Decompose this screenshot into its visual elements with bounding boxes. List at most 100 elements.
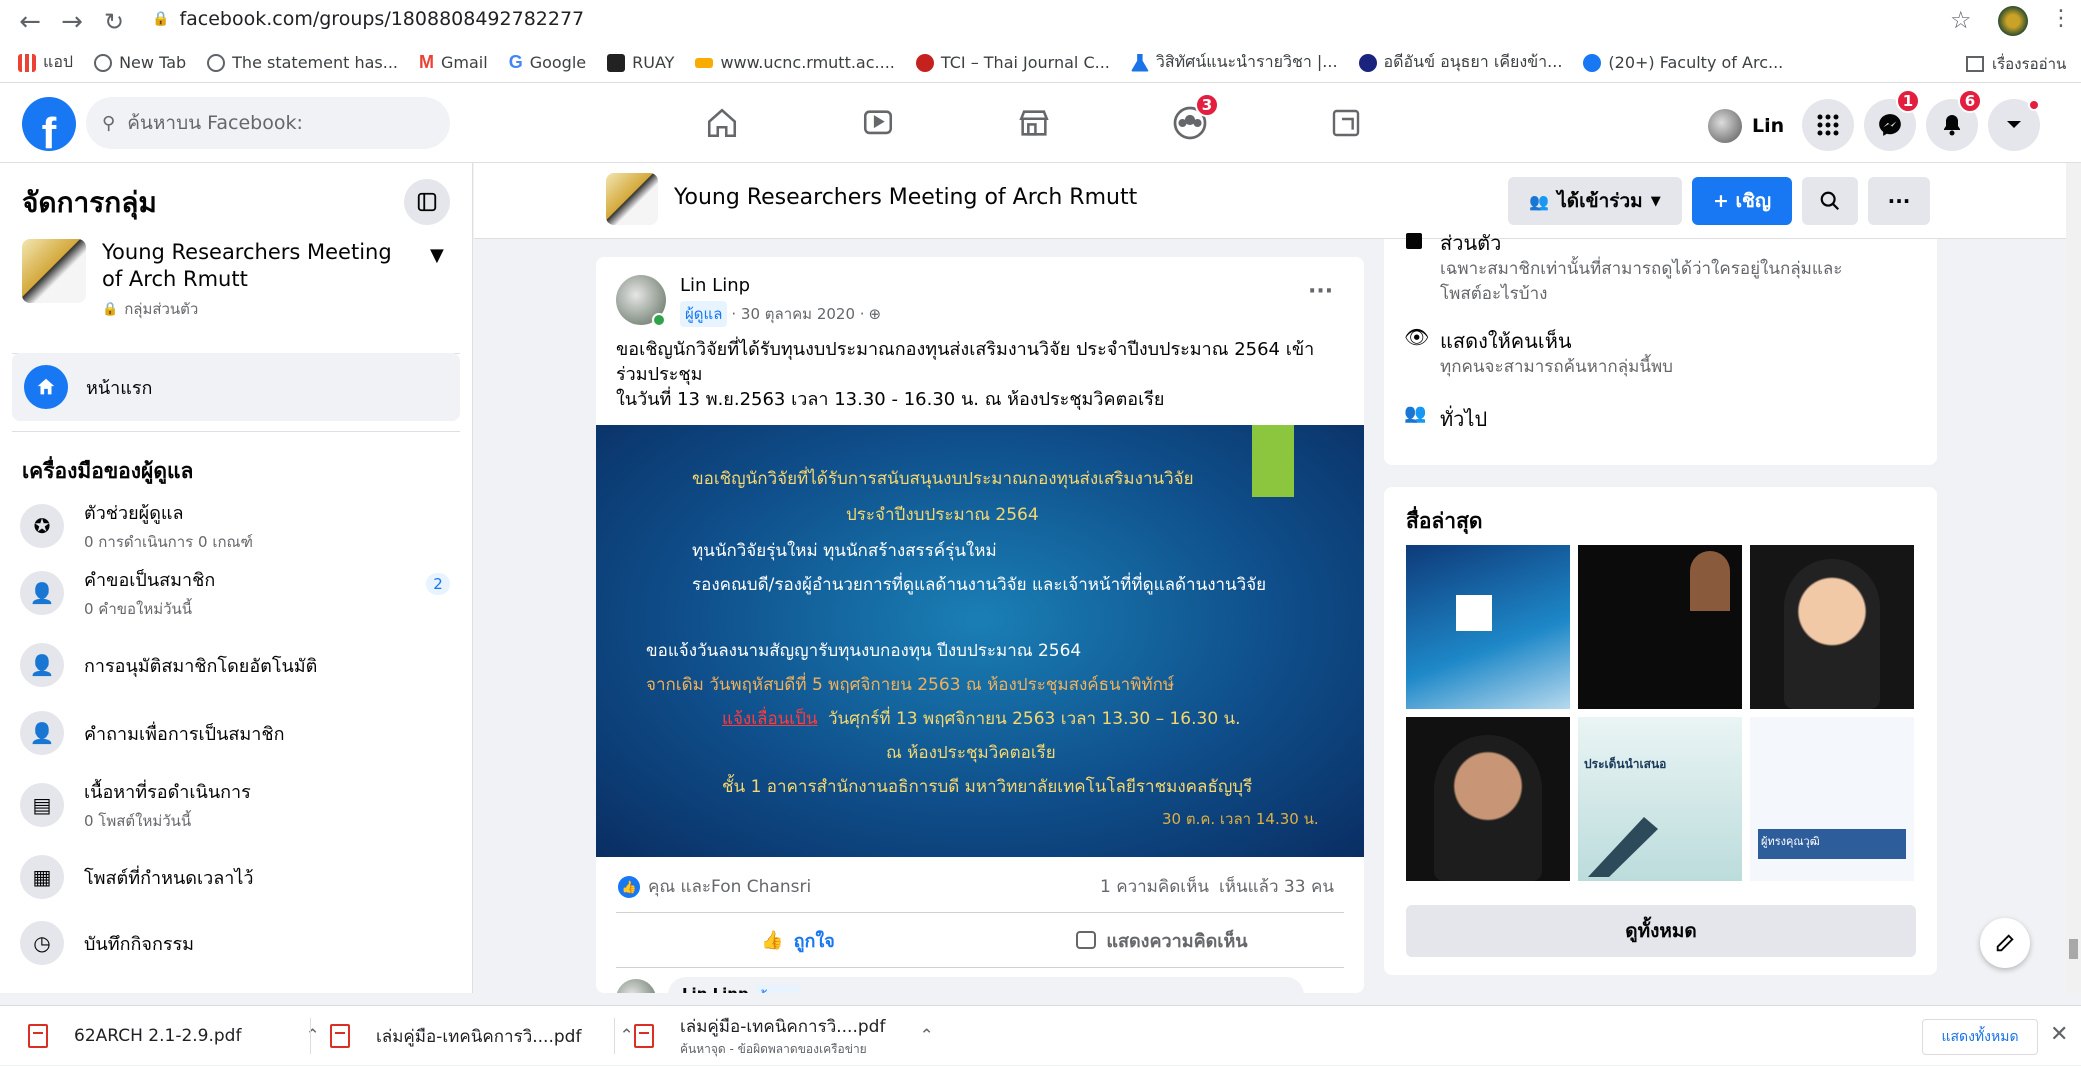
tci-icon: [915, 53, 934, 72]
download-item[interactable]: 62ARCH 2.1-2.9.pdf ⌃: [28, 1006, 320, 1066]
visibility-description: ทุกคนจะสามารถค้นหากลุ่มนี้พบ: [1440, 357, 1673, 377]
bookmark-item[interactable]: แอป: [18, 50, 73, 75]
tool-activity-log[interactable]: ◷ บันทึกกิจกรรม: [20, 921, 194, 965]
arrow-graphic: [1588, 817, 1658, 877]
profile-avatar[interactable]: [1998, 6, 2028, 36]
download-item[interactable]: เล่มคู่มือ-เทคนิคการวิ....pdf ค้นหาจุด -…: [634, 1006, 934, 1066]
privacy-description: เฉพาะสมาชิกเท่านั้นที่สามารถดูได้ว่าใครอ…: [1440, 259, 1843, 304]
reading-list[interactable]: เรื่องรออ่าน: [1966, 52, 2066, 76]
media-thumbnail[interactable]: [1750, 545, 1914, 709]
menu-grid-icon[interactable]: [1802, 99, 1854, 151]
chevron-up-icon[interactable]: ⌃: [305, 1026, 319, 1046]
post-author[interactable]: Lin Linp: [680, 275, 750, 296]
bookmark-item[interactable]: อดีอันข์ อนุธยา เคียงข้า...: [1358, 50, 1562, 75]
bookmark-item[interactable]: TCI – Thai Journal C...: [915, 53, 1110, 72]
messenger-badge: 1: [1896, 89, 1920, 113]
ruay-icon: [607, 53, 626, 72]
post-image[interactable]: ขอเชิญนักวิจัยที่ได้รับการสนับสนุนงบประม…: [596, 425, 1364, 857]
bookmark-item[interactable]: M Gmail: [419, 52, 488, 73]
facebook-logo[interactable]: f: [22, 97, 76, 151]
lock-icon: 🔒: [152, 11, 170, 27]
tool-admin-assist[interactable]: ✪ ตัวช่วยผู้ดูแล 0 การดำเนินการ 0 เกณฑ์: [20, 498, 253, 554]
gaming-icon[interactable]: [1326, 103, 1366, 143]
bookmark-star-icon[interactable]: ☆: [1950, 6, 1972, 34]
profile-shortcut[interactable]: Lin: [1704, 105, 1794, 147]
bookmark-item[interactable]: วิสิทัศน์แนะนำรายวิชา |...: [1130, 50, 1338, 75]
divider: [310, 1018, 311, 1054]
see-all-media-button[interactable]: ดูทั้งหมด: [1406, 905, 1916, 957]
reload-icon[interactable]: ↻: [94, 2, 134, 42]
chrome-menu-icon[interactable]: ⋮: [2050, 6, 2072, 31]
comment-avatar[interactable]: [616, 979, 656, 993]
group-name[interactable]: Young Researchers Meeting of Arch Rmutt: [102, 239, 412, 293]
gmail-icon: M: [419, 52, 434, 72]
download-item[interactable]: เล่มคู่มือ-เทคนิคการวิ....pdf ⌃: [330, 1006, 634, 1066]
media-thumbnail[interactable]: [1578, 545, 1742, 709]
like-button[interactable]: 👍 ถูกใจ: [616, 917, 980, 963]
tool-auto-approve[interactable]: 👤 การอนุมัติสมาชิกโดยอัตโนมัติ: [20, 643, 317, 687]
tool-scheduled-posts[interactable]: ▦ โพสต์ที่กำหนดเวลาไว้: [20, 855, 254, 899]
media-thumbnail[interactable]: [1406, 545, 1570, 709]
bookmark-item[interactable]: www.ucnc.rmutt.ac....: [695, 53, 895, 72]
post-menu-icon[interactable]: ···: [1308, 279, 1333, 304]
group-type: ทั่วไป: [1440, 407, 1488, 431]
page-scrollbar[interactable]: [2066, 163, 2081, 993]
comment-count[interactable]: 1 ความคิดเห็น: [1100, 873, 1209, 900]
bookmark-item[interactable]: The statement has...: [207, 53, 398, 72]
back-icon[interactable]: ←: [10, 2, 50, 42]
watch-icon[interactable]: [858, 103, 898, 143]
notifications-badge: 6: [1958, 89, 1982, 113]
new-message-icon[interactable]: [1980, 918, 2030, 968]
forward-icon[interactable]: →: [52, 2, 92, 42]
group-header-title[interactable]: Young Researchers Meeting of Arch Rmutt: [674, 185, 1137, 210]
thumb-caption: ประเด็นนำเสนอ: [1584, 757, 1667, 771]
bookmark-item[interactable]: G Google: [509, 52, 586, 73]
invite-button[interactable]: + เชิญ: [1692, 177, 1792, 225]
group-about-card: ส่วนตัว เฉพาะสมาชิกเท่านั้นที่สามารถดูได…: [1384, 231, 1937, 465]
address-bar[interactable]: 🔒 facebook.com/groups/1808808492782277: [152, 8, 584, 30]
more-options-icon[interactable]: ···: [1868, 177, 1930, 225]
media-thumbnail[interactable]: ประเด็นนำเสนอ: [1578, 717, 1742, 881]
search-input[interactable]: ⚲ ค้นหาบน Facebook:: [86, 97, 450, 149]
video-person: [1434, 735, 1542, 881]
tool-pending-content[interactable]: ▤ เนื้อหาที่รอดำเนินการ 0 โพสต์ใหม่วันนี้: [20, 777, 251, 833]
recent-media-title: สื่อล่าสุด: [1406, 509, 1483, 533]
home-icon[interactable]: [702, 103, 742, 143]
marketplace-icon[interactable]: [1014, 103, 1054, 143]
bookmark-item[interactable]: (20+) Faculty of Arc...: [1583, 53, 1783, 72]
slide-line: จากเดิม วันพฤหัสบดีที่ 5 พฤศจิกายน 2563 …: [646, 675, 1175, 695]
online-status-dot: [652, 313, 666, 327]
tool-member-requests[interactable]: 👤 คำขอเป็นสมาชิก 0 คำขอใหม่วันนี้: [20, 565, 215, 621]
close-icon[interactable]: ✕: [2050, 1022, 2068, 1047]
show-all-downloads-button[interactable]: แสดงทั้งหมด: [1922, 1019, 2038, 1055]
thumb-caption: ผู้ทรงคุณวุฒิ: [1758, 829, 1906, 859]
reading-list-icon: [1966, 56, 1984, 72]
group-header-thumbnail[interactable]: [606, 173, 658, 225]
bookmark-item[interactable]: RUAY: [607, 53, 674, 72]
scrollbar-thumb[interactable]: [2069, 939, 2078, 959]
group-search-icon[interactable]: [1802, 177, 1858, 225]
chevron-up-icon[interactable]: ⌃: [919, 1026, 933, 1046]
collapse-sidebar-icon[interactable]: [404, 179, 450, 225]
joined-button[interactable]: 👥 ได้เข้าร่วม ▼: [1508, 177, 1682, 225]
seen-count[interactable]: เห็นแล้ว 33 คน: [1219, 873, 1334, 900]
bookmark-item[interactable]: New Tab: [94, 53, 186, 72]
activity-log-icon: ◷: [20, 921, 64, 965]
group-admin-sidebar: จัดการกลุ่ม Young Researchers Meeting of…: [0, 163, 473, 993]
group-post: Lin Linp ผู้ดูแล · 30 ตุลาคม 2020 · ⊕ ··…: [596, 257, 1364, 993]
group-switcher-caret-icon[interactable]: ▼: [430, 245, 444, 266]
google-icon: G: [508, 52, 523, 72]
media-thumbnail[interactable]: ผู้ทรงคุณวุฒิ: [1750, 717, 1914, 881]
home-icon: [24, 365, 68, 409]
chevron-up-icon[interactable]: ⌃: [619, 1026, 633, 1046]
post-date[interactable]: · 30 ตุลาคม 2020 ·: [731, 302, 864, 326]
url-text: facebook.com/groups/1808808492782277: [179, 8, 585, 30]
facebook-icon: [1583, 53, 1602, 72]
media-thumbnail[interactable]: [1406, 717, 1570, 881]
comment-button[interactable]: แสดงความคิดเห็น: [980, 917, 1344, 963]
tool-membership-questions[interactable]: 👤 คำถามเพื่อการเป็นสมาชิก: [20, 711, 284, 755]
reactions-summary[interactable]: 👍 คุณ และFon Chansri: [618, 873, 811, 900]
group-cover-thumbnail[interactable]: [22, 239, 86, 303]
slide-line: ณ ห้องประชุมวิคตอเรีย: [886, 743, 1056, 763]
sidebar-item-home[interactable]: หน้าแรก: [12, 353, 460, 421]
